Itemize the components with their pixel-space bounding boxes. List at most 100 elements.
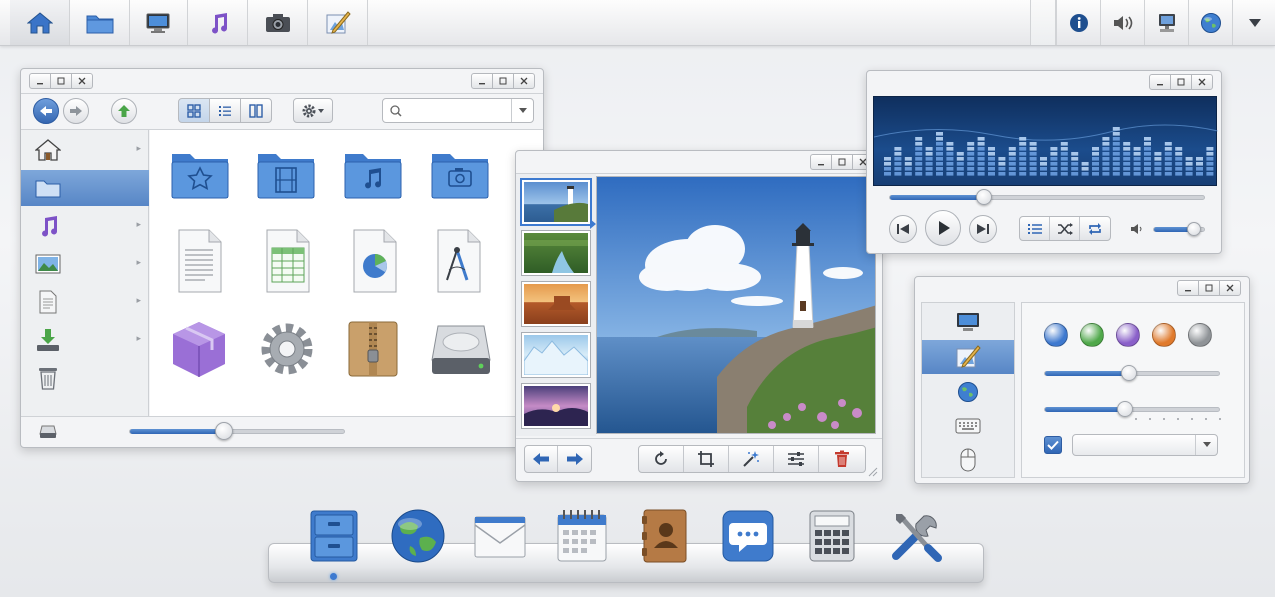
category-display[interactable] — [922, 307, 1014, 337]
dock-mail[interactable] — [472, 508, 528, 564]
minimize-button[interactable] — [810, 154, 832, 170]
movies-folder[interactable] — [256, 148, 316, 203]
dock-calendar[interactable] — [554, 508, 610, 564]
grid-view-button[interactable] — [178, 98, 210, 123]
color-swatch-gray[interactable] — [1188, 323, 1212, 347]
maximize-button[interactable] — [1170, 74, 1192, 90]
color-swatch-purple[interactable] — [1116, 323, 1140, 347]
previous-track-button[interactable] — [889, 215, 917, 243]
spreadsheet-document[interactable] — [264, 228, 312, 297]
sidebar-item-trash[interactable] — [21, 360, 149, 396]
desert-canyon-thumbnail[interactable] — [522, 282, 590, 326]
zoom-slider-knob[interactable] — [215, 422, 234, 440]
lighthouse-thumbnail[interactable] — [522, 180, 590, 224]
purple-sunset-thumbnail[interactable] — [522, 384, 590, 428]
maximize-button[interactable] — [50, 73, 72, 89]
option-checkbox[interactable] — [1044, 436, 1062, 454]
camera-button[interactable] — [248, 0, 308, 45]
previous-photo-button[interactable] — [525, 446, 559, 472]
category-network[interactable] — [922, 377, 1014, 407]
shuffle-button[interactable] — [1050, 217, 1080, 240]
settings-slider-1[interactable] — [1044, 365, 1220, 381]
settings-slider-2[interactable] — [1044, 401, 1220, 417]
monitor-button[interactable] — [128, 0, 188, 45]
vector-drawing-document[interactable] — [435, 228, 483, 297]
dock-messages[interactable] — [720, 508, 776, 564]
info-button[interactable] — [1056, 0, 1100, 45]
minimize-button[interactable] — [1177, 280, 1199, 296]
globe-button[interactable] — [1188, 0, 1232, 45]
minimize-button[interactable] — [1149, 74, 1171, 90]
next-track-button[interactable] — [969, 215, 997, 243]
glacier-thumbnail[interactable] — [522, 333, 590, 377]
music-button[interactable] — [188, 0, 248, 45]
up-button[interactable] — [111, 98, 137, 124]
package[interactable] — [170, 320, 228, 383]
forward-button[interactable] — [63, 98, 89, 124]
color-swatch-orange[interactable] — [1152, 323, 1176, 347]
maximize-button[interactable] — [831, 154, 853, 170]
forest-stream-thumbnail[interactable] — [522, 231, 590, 275]
chart-document[interactable] — [351, 228, 399, 297]
repeat-button[interactable] — [1080, 217, 1110, 240]
play-button[interactable] — [925, 210, 961, 246]
drawing-button[interactable] — [308, 0, 368, 45]
close-button[interactable] — [1191, 74, 1213, 90]
playlist-button[interactable] — [1020, 217, 1050, 240]
dock-file-cabinet[interactable] — [306, 508, 362, 564]
playback-progress-slider[interactable] — [889, 189, 1205, 205]
sidebar-item-documents[interactable]: ▸ — [21, 284, 149, 320]
close-button[interactable] — [71, 73, 93, 89]
settings-app[interactable] — [258, 320, 316, 381]
search-input[interactable] — [409, 104, 511, 117]
color-swatch-blue[interactable] — [1044, 323, 1068, 347]
close-button[interactable] — [513, 73, 535, 89]
home-button[interactable] — [10, 0, 70, 45]
maximize-button[interactable] — [1198, 280, 1220, 296]
volume-slider-knob[interactable] — [1187, 222, 1201, 236]
color-swatch-green[interactable] — [1080, 323, 1104, 347]
menu-dropdown-button[interactable] — [1232, 0, 1275, 45]
volume-slider[interactable] — [1153, 222, 1205, 236]
settings-slider-1-knob[interactable] — [1120, 365, 1137, 381]
favorites-folder[interactable] — [170, 148, 230, 203]
adjust-button[interactable] — [774, 446, 819, 472]
pictures-folder[interactable] — [430, 148, 490, 203]
minimize-button[interactable] — [471, 73, 493, 89]
close-button[interactable] — [1219, 280, 1241, 296]
settings-slider-2-knob[interactable] — [1117, 401, 1134, 417]
maximize-button[interactable] — [492, 73, 514, 89]
next-photo-button[interactable] — [558, 446, 591, 472]
hard-drive[interactable] — [430, 322, 492, 381]
folder-button[interactable] — [70, 0, 130, 45]
delete-photo-button[interactable] — [819, 446, 864, 472]
dock-globe[interactable] — [390, 508, 446, 564]
search-dropdown-button[interactable] — [511, 99, 533, 122]
back-button[interactable] — [33, 98, 59, 124]
playback-progress-knob[interactable] — [976, 189, 993, 205]
sidebar-item-folder[interactable] — [21, 170, 149, 206]
archive[interactable] — [347, 320, 399, 381]
option-dropdown[interactable] — [1072, 434, 1218, 456]
main-photo[interactable] — [596, 176, 876, 434]
dock-calculator[interactable] — [804, 508, 860, 564]
dock-address-book[interactable] — [636, 508, 692, 564]
list-view-button[interactable] — [209, 98, 241, 123]
column-view-button[interactable] — [240, 98, 272, 123]
enhance-button[interactable] — [729, 446, 774, 472]
category-keyboard[interactable] — [922, 411, 1014, 441]
rotate-button[interactable] — [639, 446, 684, 472]
volume-button[interactable] — [1100, 0, 1144, 45]
category-appearance[interactable] — [922, 340, 1014, 374]
dock-system-tools[interactable] — [888, 508, 944, 564]
sidebar-item-music[interactable]: ▸ — [21, 208, 149, 244]
sidebar-item-pictures[interactable]: ▸ — [21, 246, 149, 282]
resize-grip-icon[interactable] — [868, 467, 878, 477]
network-button[interactable] — [1144, 0, 1188, 45]
crop-button[interactable] — [684, 446, 729, 472]
option-dropdown-arrow[interactable] — [1195, 435, 1217, 455]
text-document[interactable] — [176, 228, 224, 297]
sidebar-item-home[interactable]: ▸ — [21, 132, 149, 168]
settings-dropdown-button[interactable] — [293, 98, 333, 123]
minimize-button[interactable] — [29, 73, 51, 89]
